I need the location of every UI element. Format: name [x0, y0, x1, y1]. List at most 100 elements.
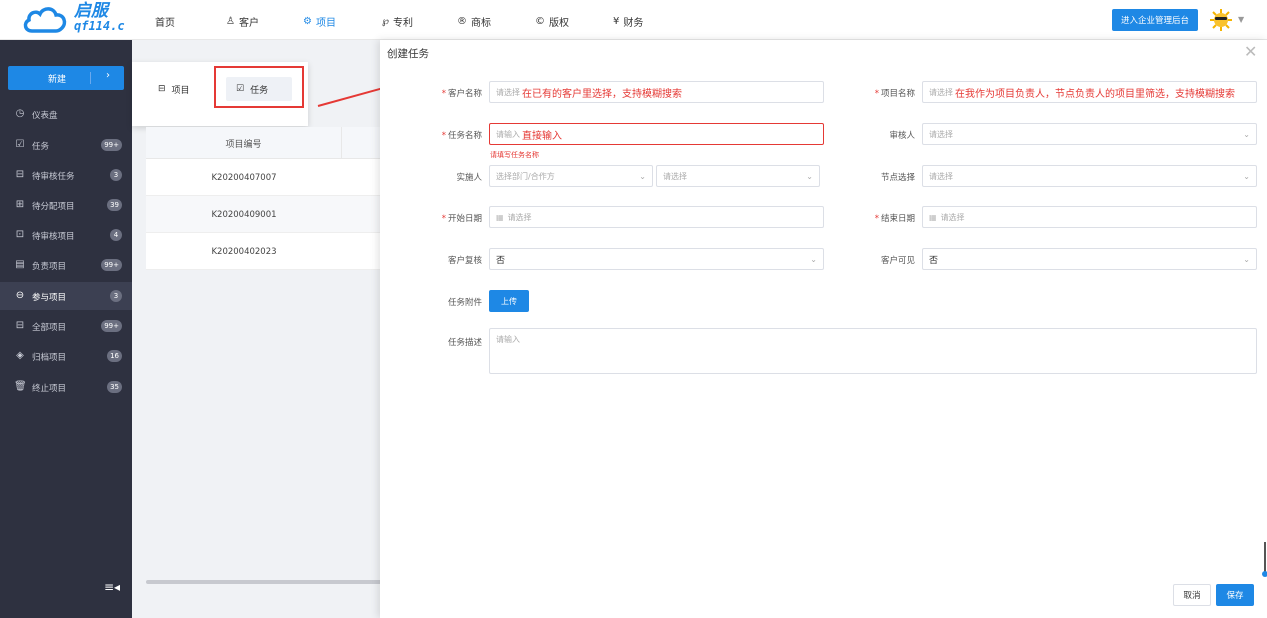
sidebar-item-owned-projects[interactable]: ▤ 负责项目 99+: [0, 251, 132, 279]
avatar[interactable]: [1210, 9, 1232, 31]
customer-review-select[interactable]: 否 ⌄: [489, 248, 824, 270]
project-number-cell: K20200409001: [211, 209, 277, 220]
new-button-label: 新建: [48, 75, 67, 85]
reviewer-label: 审核人: [889, 131, 915, 141]
sidebar-item-label: 仪表盘: [32, 111, 58, 121]
save-button[interactable]: 保存: [1216, 584, 1254, 606]
collapse-menu-icon[interactable]: ≡◂: [104, 580, 120, 594]
nav-project[interactable]: ⚙ 项目: [303, 14, 336, 29]
end-date-picker[interactable]: ▦ 请选择: [922, 206, 1257, 228]
task-name-input[interactable]: 请输入 直接输入: [489, 123, 824, 145]
nav-patent[interactable]: ℘ 专利: [382, 14, 413, 29]
nav-label: 版权: [549, 18, 569, 29]
customer-visible-label: 客户可见: [880, 256, 915, 266]
sidebar-item-all-projects[interactable]: ⊟ 全部项目 99+: [0, 312, 132, 340]
dashboard-icon: ◷: [15, 108, 25, 119]
count-badge: 4: [110, 229, 122, 241]
sidebar-item-pending-review-tasks[interactable]: ⊟ 待审核任务 3: [0, 161, 132, 189]
sidebar-item-label: 任务: [32, 142, 50, 152]
description-textarea[interactable]: 请输入: [489, 328, 1257, 374]
task-name-error: 请填写任务名称: [490, 151, 539, 159]
chevron-down-icon: ⌄: [1243, 172, 1250, 181]
count-badge: 3: [110, 169, 122, 181]
nav-home[interactable]: 首页: [155, 14, 175, 29]
cancel-button[interactable]: 取消: [1173, 584, 1211, 606]
dialog-title: 创建任务: [387, 48, 429, 60]
end-date-label: * 结束日期: [874, 214, 915, 224]
nav-finance[interactable]: ¥ 财务: [613, 14, 643, 29]
brand-logo[interactable]: 启服 qf114.c: [74, 2, 125, 33]
count-badge: 39: [107, 199, 122, 211]
table-header: 项目编号: [146, 127, 382, 159]
count-badge: 16: [107, 350, 122, 362]
nav-label: 专利: [392, 18, 413, 29]
review-task-icon: ⊟: [15, 169, 25, 180]
sidebar-item-label: 待审核项目: [32, 232, 75, 242]
nav-copyright[interactable]: © 版权: [535, 14, 569, 29]
nav-customer[interactable]: ♙ 客户: [226, 14, 259, 29]
nav-label: 商标: [471, 18, 491, 29]
nav-label: 财务: [623, 18, 644, 29]
new-button[interactable]: 新建 ›: [8, 66, 124, 90]
nav-trademark[interactable]: ® 商标: [457, 14, 491, 29]
customer-visible-select[interactable]: 否 ⌄: [922, 248, 1257, 270]
enter-admin-button[interactable]: 进入企业管理后台: [1112, 9, 1198, 31]
sidebar: 新建 › ◷ 仪表盘 ☑ 任务 99+ ⊟ 待审核任务 3 ⊞ 待分配项目 39…: [0, 40, 132, 618]
chevron-down-icon[interactable]: ▼: [1238, 15, 1244, 24]
sidebar-item-unassigned-projects[interactable]: ⊞ 待分配项目 39: [0, 191, 132, 219]
project-number-cell: K20200407007: [211, 172, 277, 183]
sidebar-item-participating-projects[interactable]: ⊖ 参与项目 3: [0, 282, 132, 310]
close-icon[interactable]: ✕: [1244, 44, 1257, 60]
start-date-picker[interactable]: ▦ 请选择: [489, 206, 824, 228]
customer-review-label: 客户复核: [447, 256, 482, 266]
sidebar-item-label: 待分配项目: [32, 202, 75, 212]
chevron-down-icon: ⌄: [1243, 130, 1250, 139]
reviewer-select[interactable]: 请选择 ⌄: [922, 123, 1257, 145]
yen-icon: ¥: [613, 16, 620, 27]
new-project-option[interactable]: ⊟ 项目: [148, 77, 200, 101]
horizontal-scrollbar[interactable]: [146, 580, 382, 584]
sidebar-item-dashboard[interactable]: ◷ 仪表盘: [0, 100, 132, 128]
scroll-indicator-icon[interactable]: [1262, 542, 1267, 578]
table-row[interactable]: K20200409001: [146, 196, 382, 233]
grid-icon: ⊞: [15, 199, 25, 210]
count-badge: 35: [107, 381, 122, 393]
description-label: 任务描述: [447, 338, 482, 348]
annotation-highlight-box: [214, 66, 304, 108]
sidebar-item-label: 全部项目: [32, 323, 67, 333]
nav-label: 客户: [238, 18, 259, 29]
sidebar-item-pending-review-projects[interactable]: ⊡ 待审核项目 4: [0, 221, 132, 249]
table-row[interactable]: K20200402023: [146, 233, 382, 270]
customer-name-label: * 客户名称: [441, 89, 482, 99]
trash-icon: 🗑: [14, 381, 27, 392]
chevron-down-icon: ⌄: [806, 172, 813, 181]
chevron-right-icon[interactable]: ›: [106, 70, 110, 81]
nav-label: 首页: [155, 18, 175, 29]
sidebar-item-label: 参与项目: [32, 293, 67, 303]
sidebar-item-label: 终止项目: [32, 384, 67, 394]
project-name-select[interactable]: 请选择 在我作为项目负责人，节点负责人的项目里筛选，支持模糊搜索: [922, 81, 1257, 103]
executor-dept-select[interactable]: 选择部门/合作方 ⌄: [489, 165, 653, 187]
trademark-icon: ®: [457, 16, 467, 27]
executor-label: 实施人: [456, 173, 482, 183]
customer-name-select[interactable]: 请选择 在已有的客户里选择，支持模糊搜索: [489, 81, 824, 103]
calendar-icon: ▦: [496, 212, 504, 222]
brand-url: qf114.c: [74, 19, 125, 33]
annotation-note: 在已有的客户里选择，支持模糊搜索: [522, 88, 682, 100]
node-select[interactable]: 请选择 ⌄: [922, 165, 1257, 187]
sidebar-item-tasks[interactable]: ☑ 任务 99+: [0, 131, 132, 159]
sidebar-item-terminated-projects[interactable]: 🗑 终止项目 35: [0, 373, 132, 401]
calendar-icon: ▦: [929, 212, 937, 222]
executor-select[interactable]: 请选择 ⌄: [656, 165, 820, 187]
table-row[interactable]: K20200407007: [146, 159, 382, 196]
sidebar-item-archived-projects[interactable]: ◈ 归档项目 16: [0, 342, 132, 370]
count-badge: 99+: [101, 139, 122, 151]
calendar-icon: ▤: [15, 259, 25, 270]
all-projects-icon: ⊟: [15, 320, 25, 331]
upload-button[interactable]: 上传: [489, 290, 529, 312]
copyright-icon: ©: [535, 16, 545, 27]
user-icon: ♙: [226, 16, 235, 27]
top-navbar: 启服 qf114.c 首页 ♙ 客户 ⚙ 项目 ℘ 专利 ® 商标 © 版权 ¥…: [0, 0, 1267, 40]
chevron-down-icon: ⌄: [810, 255, 817, 264]
column-header-project-number[interactable]: 项目编号: [146, 127, 342, 159]
